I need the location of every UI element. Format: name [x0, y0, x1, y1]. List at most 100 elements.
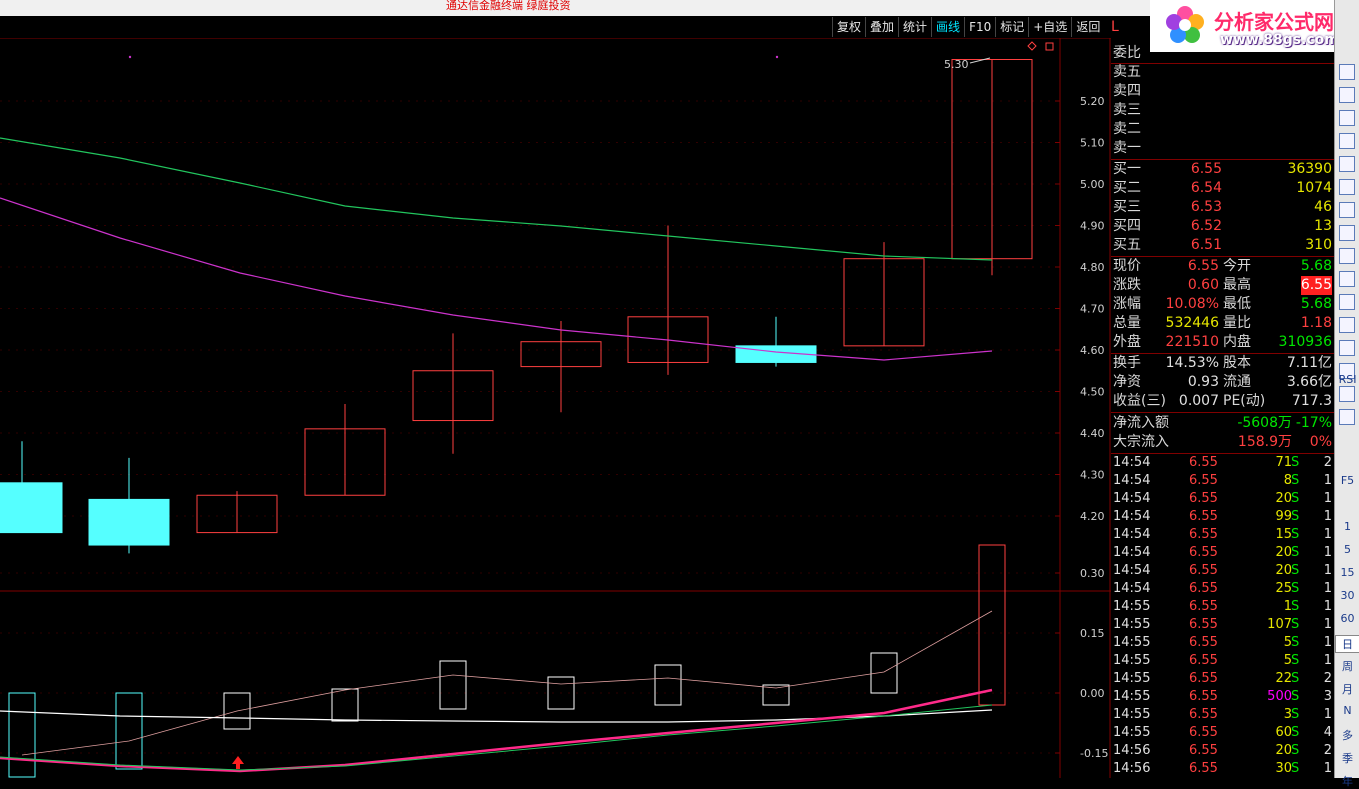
toolbar-button[interactable]: 标记: [995, 17, 1028, 37]
quote-label: 量比: [1223, 315, 1251, 331]
toolbar-tool-icon[interactable]: [1339, 133, 1355, 149]
toolbar-tool-icon[interactable]: [1339, 248, 1355, 264]
tick-count: 1: [1323, 509, 1332, 524]
tick-volume: 500: [1267, 689, 1292, 704]
buy-row: 买一 6.55 36390: [1111, 160, 1334, 179]
toolbar-button[interactable]: 统计: [898, 17, 931, 37]
tick-volume: 107: [1267, 617, 1292, 632]
quote-volume: 46: [1314, 199, 1332, 215]
toolbar-tool-icon[interactable]: [1339, 225, 1355, 241]
sidebar-period-button[interactable]: 多: [1335, 727, 1359, 743]
toolbar-tool-icon[interactable]: [1339, 179, 1355, 195]
toolbar-button[interactable]: 返回: [1071, 17, 1104, 37]
tick-side: S: [1291, 617, 1300, 632]
tick-volume: 22: [1275, 671, 1292, 686]
tick-count: 1: [1323, 707, 1332, 722]
tick-row: 14:55 6.55 5 S 1: [1111, 652, 1334, 670]
toolbar-tool-icon[interactable]: [1339, 409, 1355, 425]
price-tick-label: 4.60: [1080, 344, 1105, 357]
tick-time: 14:54: [1113, 473, 1151, 488]
high-price-label: 5.30: [944, 58, 969, 71]
marker-dot: [128, 55, 132, 59]
tick-volume: 20: [1275, 491, 1292, 506]
indicator-tick-label: 0.00: [1080, 687, 1105, 700]
sidebar-period-button[interactable]: 年: [1335, 773, 1359, 789]
high-price-arrow: [969, 57, 991, 64]
quote-label: 买一: [1113, 161, 1141, 177]
quote-value: 7.11亿: [1286, 355, 1332, 371]
toolbar-button[interactable]: 画线: [931, 17, 964, 37]
toolbar-tool-icon[interactable]: [1339, 340, 1355, 356]
quote-value: 3.66亿: [1286, 374, 1332, 390]
tick-price: 6.55: [1189, 635, 1218, 650]
tick-row: 14:56 6.55 30 S 1: [1111, 760, 1334, 778]
indicator-bar: [331, 688, 359, 722]
chart-toolbar: 复权 叠加 统计 画线 F10 标记 +自选 返回: [832, 17, 1104, 37]
sidebar-period-button[interactable]: 周: [1335, 658, 1359, 674]
quote-value: 0.60: [1187, 277, 1219, 293]
tick-time: 14:54: [1113, 581, 1151, 596]
sidebar-period-button[interactable]: 15: [1335, 566, 1359, 579]
flow-pct: 0%: [1309, 434, 1332, 450]
quote-label: 最低: [1223, 296, 1251, 312]
toolbar-button[interactable]: 叠加: [865, 17, 898, 37]
quote-label: 总量: [1113, 315, 1141, 331]
tick-row: 14:54 6.55 71 S 2: [1111, 454, 1334, 472]
toolbar-button[interactable]: F10: [964, 17, 995, 37]
price-tick-label: 4.50: [1080, 386, 1105, 399]
quote-volume: 13: [1314, 218, 1332, 234]
tick-volume: 25: [1275, 581, 1292, 596]
tick-count: 1: [1323, 635, 1332, 650]
tick-volume: 99: [1275, 509, 1292, 524]
quote-label: 买二: [1113, 180, 1141, 196]
price-tick-label: 4.30: [1080, 469, 1105, 482]
toolbar-tool-icon[interactable]: [1339, 271, 1355, 287]
sidebar-period-button[interactable]: 60: [1335, 612, 1359, 625]
toolbar-tool-icon[interactable]: [1339, 317, 1355, 333]
tick-side: S: [1291, 689, 1300, 704]
sidebar-period-button[interactable]: 30: [1335, 589, 1359, 602]
tick-row: 14:55 6.55 5 S 1: [1111, 634, 1334, 652]
tick-row: 14:56 6.55 20 S 2: [1111, 742, 1334, 760]
indicator-bar: [654, 664, 682, 706]
toolbar-tool-icon[interactable]: [1339, 294, 1355, 310]
sidebar-period-button[interactable]: F5: [1335, 474, 1359, 487]
tick-time: 14:55: [1113, 653, 1151, 668]
flower-logo-icon: [1166, 6, 1204, 43]
toolbar-button[interactable]: 复权: [832, 17, 865, 37]
kline-chart[interactable]: 5.20 5.10 5.00 4.90 4.80 4.70 4.60 4.50 4.40 4.30…: [0, 38, 1111, 778]
sidebar-period-button[interactable]: 5: [1335, 543, 1359, 556]
toolbar-tool-icon[interactable]: [1339, 156, 1355, 172]
flow-row: 大宗流入 158.9万 0%: [1111, 433, 1334, 452]
tick-price: 6.55: [1189, 689, 1218, 704]
tick-price: 6.55: [1189, 671, 1218, 686]
quote-label: 股本: [1223, 355, 1251, 371]
tick-price: 6.55: [1189, 455, 1218, 470]
toolbar-tool-icon[interactable]: [1339, 386, 1355, 402]
toolbar-tool-icon[interactable]: [1339, 87, 1355, 103]
quote-value: 5.68: [1300, 258, 1332, 274]
tick-time: 14:54: [1113, 545, 1151, 560]
quote-volume: 36390: [1287, 161, 1332, 177]
tick-time: 14:54: [1113, 509, 1151, 524]
quote-value: 221510: [1165, 334, 1219, 350]
tick-row: 14:54 6.55 20 S 1: [1111, 544, 1334, 562]
toolbar-button[interactable]: +自选: [1028, 17, 1071, 37]
quote-value: 1.18: [1300, 315, 1332, 331]
stat-row: 总量 532446 量比 1.18: [1111, 314, 1334, 333]
sidebar-period-button[interactable]: N: [1335, 704, 1359, 717]
toolbar-tool-icon[interactable]: [1339, 202, 1355, 218]
sidebar-period-button[interactable]: 季: [1335, 750, 1359, 766]
sidebar-period-button[interactable]: 1: [1335, 520, 1359, 533]
tick-side: S: [1291, 743, 1300, 758]
quote-price: 6.52: [1190, 218, 1222, 234]
price-tick-label: 4.20: [1080, 510, 1105, 523]
sidebar-period-button[interactable]: 日: [1335, 635, 1359, 653]
toolbar-tool-icon[interactable]: [1339, 64, 1355, 80]
tick-volume: 15: [1275, 527, 1292, 542]
sidebar-period-button[interactable]: 月: [1335, 681, 1359, 697]
toolbar-tool-icon[interactable]: [1339, 110, 1355, 126]
logo-url[interactable]: www.88gs.com: [1220, 32, 1339, 48]
indicator-bar: [978, 544, 1006, 706]
sidebar-period-button[interactable]: RSI: [1335, 373, 1359, 386]
